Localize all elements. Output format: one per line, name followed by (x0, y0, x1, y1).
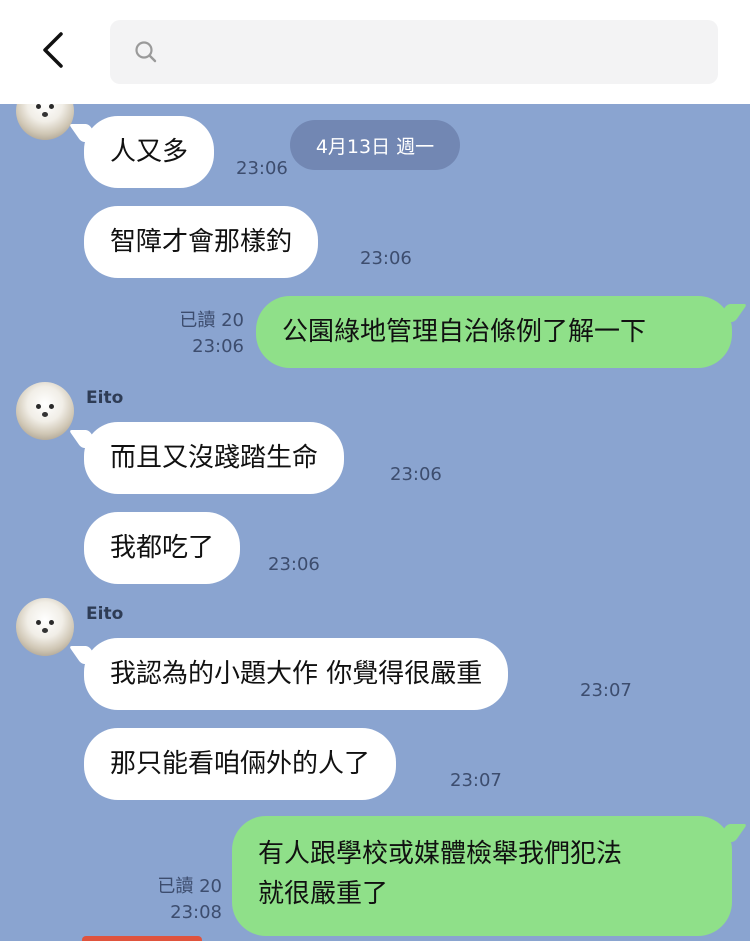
message-bubble[interactable]: 那只能看咱倆外的人了 (84, 728, 397, 800)
partial-element (82, 936, 202, 941)
read-count: 已讀 20 (157, 876, 222, 897)
message-bubble[interactable]: 人又多 (84, 116, 215, 188)
chevron-left-icon (43, 32, 63, 68)
message-text: 公園綠地管理自治條例了解一下 (282, 317, 647, 347)
message-text: 而且又沒踐踏生命 (110, 443, 319, 473)
message-bubble[interactable]: 而且又沒踐踏生命 (84, 422, 345, 494)
chat-area[interactable]: 人又多 23:06 4月13日 週一 智障才會那樣釣 23:06 已讀 20 2… (0, 104, 750, 941)
avatar[interactable] (16, 598, 74, 656)
top-bar (0, 0, 750, 104)
avatar[interactable] (16, 382, 74, 440)
message-text-line: 有人跟學校或媒體檢舉我們犯法 (258, 839, 623, 869)
message-bubble[interactable]: 有人跟學校或媒體檢舉我們犯法 就很嚴重了 (232, 816, 732, 936)
message-text: 那只能看咱倆外的人了 (110, 749, 371, 779)
message-text: 我認為的小題大作 你覺得很嚴重 (110, 659, 483, 689)
read-receipt: 已讀 20 23:06 (150, 308, 244, 360)
message-time: 23:06 (236, 158, 288, 179)
date-divider: 4月13日 週一 (290, 120, 460, 170)
message-bubble[interactable]: 公園綠地管理自治條例了解一下 (256, 296, 732, 368)
read-receipt: 已讀 20 23:08 (128, 874, 222, 926)
back-button[interactable] (28, 22, 80, 78)
sender-name: Eito (86, 388, 124, 408)
message-text: 智障才會那樣釣 (110, 227, 293, 257)
search-bar[interactable] (110, 20, 718, 84)
message-time: 23:06 (192, 336, 244, 357)
message-bubble[interactable]: 智障才會那樣釣 (84, 206, 319, 278)
message-text-line: 就很嚴重了 (258, 879, 389, 909)
message-bubble[interactable]: 我都吃了 (84, 512, 241, 584)
read-count: 已讀 20 (179, 310, 244, 331)
message-time: 23:07 (580, 680, 632, 701)
message-time: 23:07 (450, 770, 502, 791)
avatar[interactable] (16, 104, 74, 140)
message-text: 我都吃了 (110, 533, 215, 563)
search-input[interactable] (172, 30, 696, 76)
message-bubble[interactable]: 我認為的小題大作 你覺得很嚴重 (84, 638, 509, 710)
message-text: 人又多 (110, 137, 189, 167)
message-time: 23:06 (360, 248, 412, 269)
message-time: 23:06 (268, 554, 320, 575)
search-icon (135, 41, 157, 63)
message-time: 23:06 (390, 464, 442, 485)
message-time: 23:08 (170, 902, 222, 923)
sender-name: Eito (86, 604, 124, 624)
